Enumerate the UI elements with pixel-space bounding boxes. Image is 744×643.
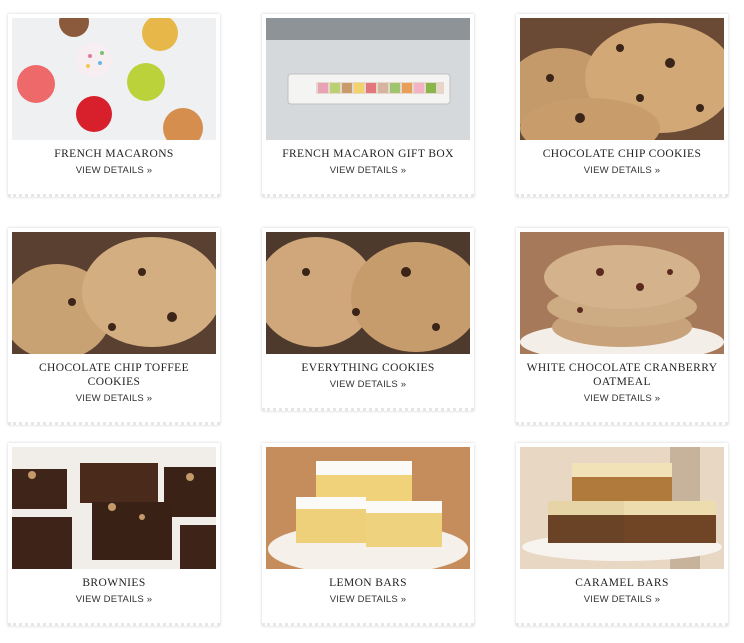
everything-cookies-photo[interactable]: [266, 232, 470, 354]
view-details-link[interactable]: VIEW DETAILS »: [584, 594, 661, 605]
chocolate-chip-cookies-photo[interactable]: [520, 18, 724, 140]
product-card-chocolate-chip-cookies[interactable]: CHOCOLATE CHIP COOKIES VIEW DETAILS »: [516, 14, 728, 197]
view-details-link[interactable]: VIEW DETAILS »: [76, 594, 153, 605]
view-details-link[interactable]: VIEW DETAILS »: [76, 393, 153, 404]
toffee-cookies-photo[interactable]: [12, 232, 216, 354]
view-details-link[interactable]: VIEW DETAILS »: [330, 594, 407, 605]
product-card-lemon-bars[interactable]: LEMON BARS VIEW DETAILS »: [262, 443, 474, 626]
product-title[interactable]: CARAMEL BARS: [520, 576, 724, 590]
cranberry-oatmeal-photo[interactable]: [520, 232, 724, 354]
macarons-photo[interactable]: [12, 18, 216, 140]
product-title[interactable]: WHITE CHOCOLATE CRANBERRY OATMEAL: [520, 361, 724, 389]
product-title[interactable]: FRENCH MACARON GIFT BOX: [266, 147, 470, 161]
lemon-bars-photo[interactable]: [266, 447, 470, 569]
product-card-everything-cookies[interactable]: EVERYTHING COOKIES VIEW DETAILS »: [262, 228, 474, 411]
product-card-brownies[interactable]: BROWNIES VIEW DETAILS »: [8, 443, 220, 626]
product-card-cranberry-oatmeal[interactable]: WHITE CHOCOLATE CRANBERRY OATMEAL VIEW D…: [516, 228, 728, 425]
view-details-link[interactable]: VIEW DETAILS »: [330, 379, 407, 390]
product-card-french-macarons[interactable]: FRENCH MACARONS VIEW DETAILS »: [8, 14, 220, 197]
view-details-link[interactable]: VIEW DETAILS »: [76, 165, 153, 176]
product-title[interactable]: CHOCOLATE CHIP TOFFEE COOKIES: [12, 361, 216, 389]
product-title[interactable]: LEMON BARS: [266, 576, 470, 590]
product-title[interactable]: CHOCOLATE CHIP COOKIES: [520, 147, 724, 161]
product-card-toffee-cookies[interactable]: CHOCOLATE CHIP TOFFEE COOKIES VIEW DETAI…: [8, 228, 220, 425]
product-card-macaron-gift-box[interactable]: FRENCH MACARON GIFT BOX VIEW DETAILS »: [262, 14, 474, 197]
product-title[interactable]: EVERYTHING COOKIES: [266, 361, 470, 375]
product-card-caramel-bars[interactable]: CARAMEL BARS VIEW DETAILS »: [516, 443, 728, 626]
caramel-bars-photo[interactable]: [520, 447, 724, 569]
product-title[interactable]: BROWNIES: [12, 576, 216, 590]
view-details-link[interactable]: VIEW DETAILS »: [330, 165, 407, 176]
brownies-photo[interactable]: [12, 447, 216, 569]
view-details-link[interactable]: VIEW DETAILS »: [584, 393, 661, 404]
product-title[interactable]: FRENCH MACARONS: [12, 147, 216, 161]
macaron-gift-box-photo[interactable]: [266, 18, 470, 140]
view-details-link[interactable]: VIEW DETAILS »: [584, 165, 661, 176]
